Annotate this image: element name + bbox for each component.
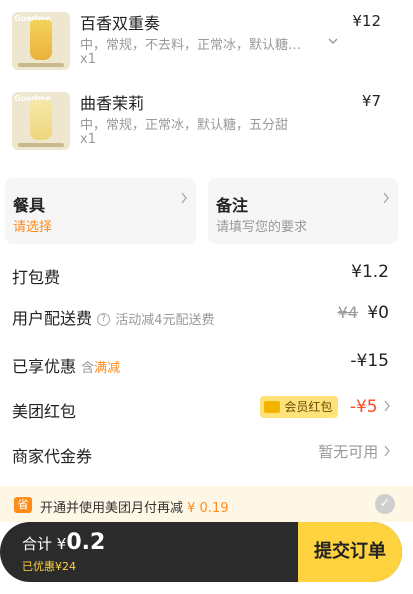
delivery-fee-value-wrap: ¥4 ¥0	[338, 303, 389, 323]
drink-cup-image	[30, 20, 52, 60]
chevron-right-icon	[180, 192, 188, 208]
banner-amount: ¥ 0.19	[187, 501, 229, 516]
drink-cup-image	[30, 100, 52, 140]
redpacket-label: 美团红包	[12, 402, 77, 421]
delivery-fee-hint: 活动减4元配送费	[115, 313, 215, 328]
item-quantity: x1	[80, 132, 96, 147]
discount-label: 已享优惠	[12, 357, 77, 376]
product-thumbnail: Goodme	[12, 92, 70, 150]
crown-icon	[264, 400, 281, 413]
total-value: 0.2	[66, 530, 106, 555]
item-spec: 中，常规，不去料，正常冰，默认糖…	[80, 38, 302, 53]
voucher-label: 商家代金券	[12, 447, 93, 466]
checkout-bar: 合计 ¥0.2 已优惠¥24 提交订单	[0, 522, 402, 582]
item-price: ¥7	[361, 92, 381, 110]
voucher-value: 暂无可用	[318, 443, 379, 461]
product-thumbnail: Goodme	[12, 12, 70, 70]
notes-title: 备注	[216, 196, 249, 215]
redpacket-row[interactable]: 美团红包 会员红包 -¥5	[0, 394, 413, 424]
voucher-row[interactable]: 商家代金券 暂无可用	[0, 439, 413, 469]
delivery-fee-original: ¥4	[337, 303, 358, 322]
delivery-fee-label: 用户配送费	[12, 309, 93, 328]
utensils-title: 餐具	[13, 196, 46, 215]
total-discount: 已优惠¥24	[22, 560, 76, 573]
member-redpacket-badge: 会员红包	[260, 396, 339, 418]
total-label: 合计	[22, 535, 53, 553]
discount-tag-prefix: 含	[81, 361, 95, 376]
item-name: 曲香茉莉	[80, 94, 145, 113]
item-price: ¥12	[352, 12, 381, 30]
notes-card[interactable]: 备注 请填写您的要求	[208, 178, 398, 244]
total-wrap: 合计 ¥0.2	[22, 530, 105, 555]
voucher-value-wrap: 暂无可用	[318, 441, 391, 462]
discount-label-wrap: 已享优惠 含满减	[12, 353, 120, 377]
packing-fee-value: ¥1.2	[351, 262, 389, 282]
item-name: 百香双重奏	[80, 14, 161, 33]
thumb-tags	[18, 63, 64, 67]
delivery-fee-value: ¥0	[367, 303, 389, 323]
thumb-tags	[18, 143, 64, 147]
discount-value: -¥15	[350, 351, 389, 371]
utensils-card[interactable]: 餐具 请选择	[5, 178, 196, 244]
delivery-fee-row: 用户配送费 ? 活动减4元配送费 ¥4 ¥0	[0, 301, 413, 331]
banner-text-wrap: 开通并使用美团月付再减 ¥ 0.19	[40, 497, 229, 516]
redpacket-value: -¥5	[349, 397, 378, 417]
notes-placeholder: 请填写您的要求	[216, 220, 308, 235]
discount-row: 已享优惠 含满减 -¥15	[0, 349, 413, 379]
chevron-down-icon[interactable]	[328, 36, 338, 46]
item-quantity: x1	[80, 52, 96, 67]
question-icon[interactable]: ?	[97, 313, 111, 326]
check-icon[interactable]: ✓	[375, 494, 395, 514]
utensils-select: 请选择	[13, 220, 53, 235]
packing-fee-label: 打包费	[12, 268, 61, 287]
submit-order-button[interactable]: 提交订单	[298, 522, 402, 582]
chevron-right-icon	[383, 443, 391, 461]
save-icon: 省	[14, 497, 32, 513]
packing-fee-row: 打包费 ¥1.2	[0, 260, 413, 290]
banner-text: 开通并使用美团月付再减	[40, 501, 184, 516]
item-spec: 中，常规，正常冰，默认糖，五分甜	[80, 118, 289, 133]
chevron-right-icon	[382, 192, 390, 208]
redpacket-value-wrap: 会员红包 -¥5	[260, 396, 391, 418]
cart-item[interactable]: Goodme 百香双重奏 中，常规，不去料，正常冰，默认糖… x1 ¥12	[0, 0, 413, 80]
monthly-pay-banner[interactable]: 省 开通并使用美团月付再减 ¥ 0.19 ✓	[0, 486, 413, 522]
delivery-fee-label-wrap: 用户配送费 ? 活动减4元配送费	[12, 305, 214, 329]
chevron-right-icon	[383, 397, 391, 417]
cart-item[interactable]: Goodme 曲香茉莉 中，常规，正常冰，默认糖，五分甜 x1 ¥7	[0, 80, 413, 160]
total-currency: ¥	[56, 535, 67, 553]
discount-tag: 满减	[94, 361, 121, 376]
